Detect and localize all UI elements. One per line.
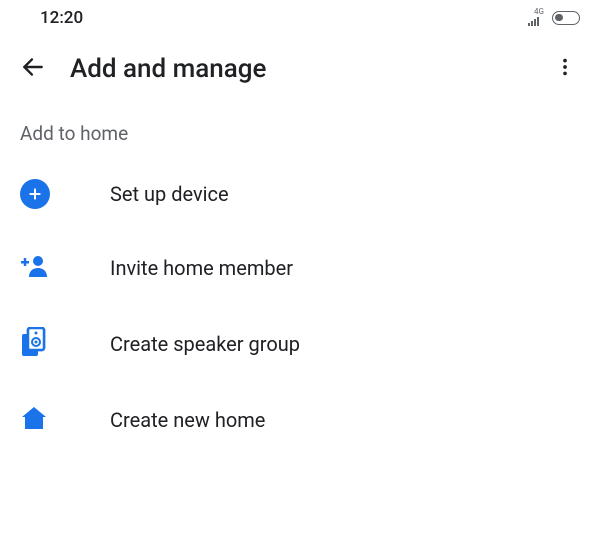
page-title: Add and manage [70, 54, 526, 84]
list-item-label: Create new home [110, 408, 265, 432]
overflow-menu-button[interactable] [550, 52, 580, 86]
status-bar: 12:20 4G [0, 0, 600, 36]
home-icon [20, 405, 48, 435]
signal-indicator: 4G [528, 8, 544, 29]
list-item-create-home[interactable]: Create new home [0, 383, 600, 457]
list-item-setup-device[interactable]: Set up device [0, 157, 600, 231]
list-item-label: Set up device [110, 182, 229, 206]
list-item-speaker-group[interactable]: Create speaker group [0, 305, 600, 383]
list-item-label: Invite home member [110, 256, 293, 280]
status-icons: 4G [528, 8, 580, 29]
list-item-label: Create speaker group [110, 332, 300, 356]
person-add-icon [20, 253, 50, 283]
status-time: 12:20 [40, 8, 83, 28]
list-item-invite-member[interactable]: Invite home member [0, 231, 600, 305]
back-button[interactable] [20, 54, 46, 84]
battery-icon [552, 11, 580, 25]
plus-circle-icon [20, 179, 50, 209]
speaker-group-icon [20, 327, 48, 361]
app-bar: Add and manage [0, 36, 600, 102]
section-header: Add to home [0, 102, 600, 157]
